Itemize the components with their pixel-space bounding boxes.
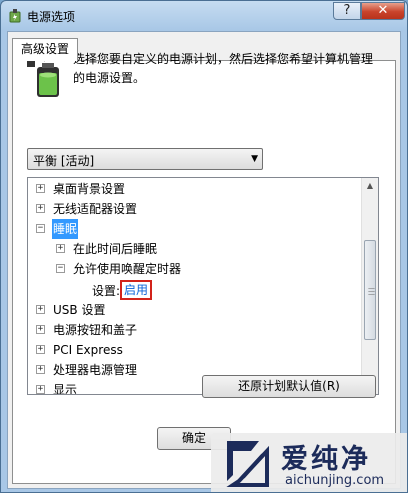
title-bar[interactable]: 电源选项 ? ✕ <box>1 1 407 31</box>
tree-item-label: USB 设置 <box>53 303 106 317</box>
tree-item-label: 允许使用唤醒定时器 <box>73 262 182 276</box>
watermark: 爱纯净 aichunjing.com <box>211 433 407 492</box>
expand-plus-icon[interactable]: + <box>36 385 45 394</box>
power-options-icon <box>9 9 21 23</box>
tree-item-label: 处理器电源管理 <box>53 363 138 377</box>
tree-item-label-selected: 睡眠 <box>52 219 79 239</box>
tree-item-label: 显示 <box>53 383 78 395</box>
setting-value-enabled[interactable]: 启用 <box>120 280 153 300</box>
setting-label: 设置: <box>92 284 121 298</box>
power-plan-dropdown[interactable]: 平衡 [活动] ▼ <box>27 148 263 170</box>
expand-plus-icon[interactable]: + <box>36 305 45 314</box>
watermark-name: 爱纯净 <box>281 444 371 475</box>
grip-icon: — — — <box>368 284 375 298</box>
window-title: 电源选项 <box>27 10 76 24</box>
scrollbar-thumb[interactable]: — — — <box>364 240 376 340</box>
tree-item-label: 电源按钮和盖子 <box>53 323 138 337</box>
restore-defaults-button[interactable]: 还原计划默认值(R) <box>202 375 376 398</box>
tab-advanced-settings[interactable]: 高级设置 <box>12 38 78 61</box>
settings-tree[interactable]: + 桌面背景设置 + 无线适配器设置 − 睡眠 + 在此时间后睡眠 − 允许使用… <box>27 177 379 395</box>
expand-plus-icon[interactable]: + <box>36 345 45 354</box>
tree-item-setting[interactable]: 设置: 启用 <box>92 280 212 301</box>
watermark-logo-icon <box>226 441 269 487</box>
watermark-url: aichunjing.com <box>285 473 385 488</box>
collapse-minus-icon[interactable]: − <box>36 224 45 233</box>
tree-item-label: PCI Express <box>53 343 123 357</box>
power-options-window: 电源选项 ? ✕ 高级设置 选择您要自定义的电源计划，然后选择您希望计算机管理的… <box>0 0 408 493</box>
expand-plus-icon[interactable]: + <box>36 204 45 213</box>
expand-plus-icon[interactable]: + <box>56 244 65 253</box>
tree-item-label: 无线适配器设置 <box>53 202 138 216</box>
scroll-up-arrow-icon[interactable]: ▲ <box>362 178 378 194</box>
expand-plus-icon[interactable]: + <box>36 184 45 193</box>
tree-item-label: 在此时间后睡眠 <box>73 242 158 256</box>
help-button[interactable]: ? <box>333 2 361 20</box>
chevron-down-icon: ▼ <box>251 154 258 164</box>
collapse-minus-icon[interactable]: − <box>56 264 65 273</box>
expand-plus-icon[interactable]: + <box>36 365 45 374</box>
close-button[interactable]: ✕ <box>361 2 405 20</box>
expand-plus-icon[interactable]: + <box>36 325 45 334</box>
description-text: 选择您要自定义的电源计划，然后选择您希望计算机管理的电源设置。 <box>73 52 374 85</box>
tree-scrollbar[interactable]: ▲ ——— ▼ <box>361 178 378 394</box>
tree-item-label: 桌面背景设置 <box>53 182 126 196</box>
power-plan-value: 平衡 [活动] <box>33 154 95 168</box>
